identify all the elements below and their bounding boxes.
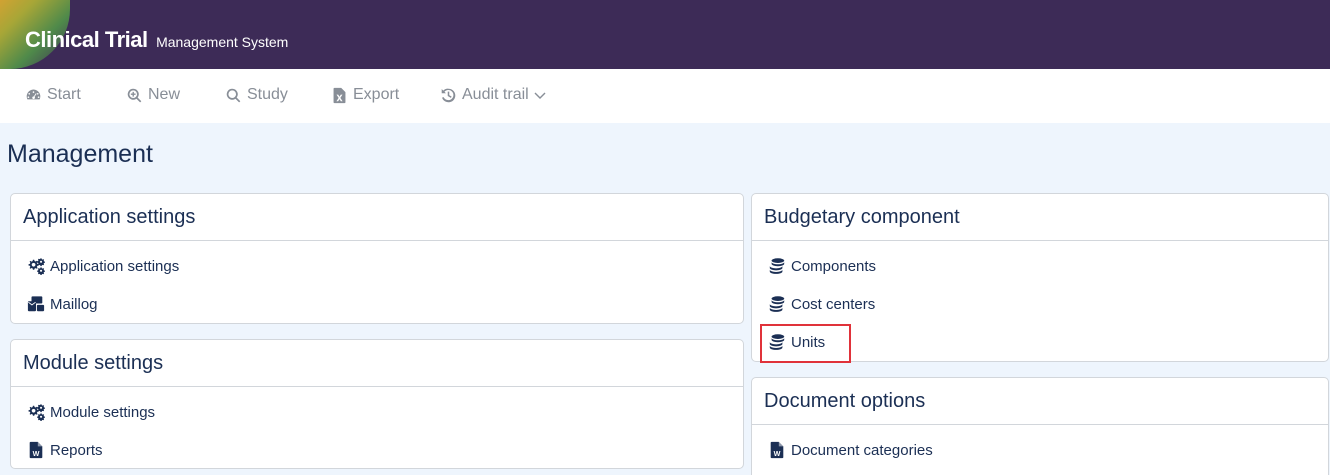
nav-audit-trail[interactable]: Audit trail: [440, 85, 546, 105]
dashboard-icon: [26, 89, 41, 99]
link-document-categories[interactable]: Document categories: [752, 431, 1328, 469]
link-label: Maillog: [50, 295, 98, 313]
card-document-options: Document options Document categories: [751, 377, 1329, 475]
link-reports[interactable]: Reports: [11, 431, 743, 469]
card-title: Module settings: [11, 340, 743, 387]
page-title: Management: [7, 140, 153, 168]
coins-icon: [768, 257, 786, 275]
card-title: Document options: [752, 378, 1328, 425]
nav-new-label: New: [148, 86, 181, 103]
nav-start-label: Start: [47, 86, 81, 103]
card-title: Application settings: [11, 194, 743, 241]
link-label: Cost centers: [791, 295, 876, 313]
nav-study[interactable]: Study: [225, 85, 288, 105]
nav-export-label: Export: [353, 86, 400, 103]
mail-bulk-icon: [27, 295, 45, 313]
card-title: Budgetary component: [752, 194, 1328, 241]
link-label: Application settings: [50, 257, 180, 275]
app-header: Clinical Trial Management System: [0, 0, 1330, 69]
brand-main: Clinical Trial: [25, 27, 148, 52]
link-components[interactable]: Components: [752, 247, 1328, 285]
nav-new[interactable]: New: [126, 85, 180, 105]
brand-sub: Management System: [156, 34, 289, 50]
coins-icon: [768, 295, 786, 313]
word-file-icon: [27, 441, 45, 459]
cogs-icon: [27, 257, 45, 275]
card-application-settings: Application settings Application setting…: [10, 193, 744, 324]
link-label: Units: [791, 333, 826, 351]
search-icon: [226, 88, 241, 102]
card-budgetary-component: Budgetary component Components Cost cent…: [751, 193, 1329, 363]
chevron-down-icon: [534, 92, 546, 99]
word-file-icon: [768, 441, 786, 459]
search-plus-icon: [127, 88, 142, 102]
link-units[interactable]: Units: [752, 323, 1328, 363]
history-icon: [441, 88, 456, 102]
coins-icon: [768, 333, 786, 351]
link-application-settings[interactable]: Application settings: [11, 247, 743, 285]
link-label: Document categories: [791, 441, 933, 459]
link-cost-centers[interactable]: Cost centers: [752, 285, 1328, 323]
nav-export[interactable]: Export: [331, 85, 399, 105]
nav-start[interactable]: Start: [25, 85, 81, 105]
nav-study-label: Study: [247, 86, 288, 103]
link-label: Module settings: [50, 403, 156, 421]
cogs-icon: [27, 403, 45, 421]
link-label: Components: [791, 257, 877, 275]
link-maillog[interactable]: Maillog: [11, 285, 743, 323]
main-content: Management Application settings Applicat…: [0, 123, 1330, 475]
brand-logo[interactable]: Clinical Trial Management System: [25, 27, 288, 53]
card-module-settings: Module settings Module settings Reports: [10, 339, 744, 469]
main-nav: Start New Study Export Audit trail: [0, 69, 1330, 123]
link-module-settings[interactable]: Module settings: [11, 393, 743, 431]
nav-audit-trail-label: Audit trail: [462, 86, 529, 103]
excel-file-icon: [333, 87, 346, 103]
link-label: Reports: [50, 441, 103, 459]
